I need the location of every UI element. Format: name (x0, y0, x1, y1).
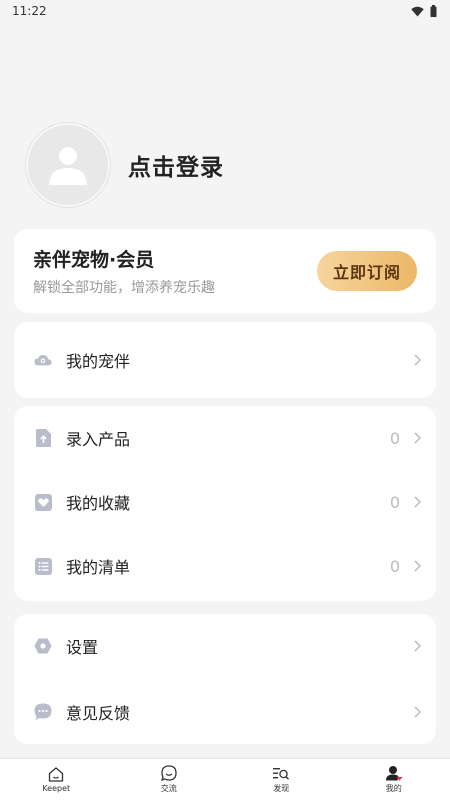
chevron-right-icon (412, 639, 422, 653)
status-time: 11:22 (12, 4, 47, 18)
pet-cloud-icon (34, 351, 52, 369)
person-icon (49, 147, 87, 185)
tab-mine[interactable]: 我的 (338, 759, 450, 800)
tab-label: Keepet (42, 783, 71, 793)
vip-subtitle: 解锁全部功能，增添养宠乐趣 (33, 280, 215, 296)
tab-label: 我的 (385, 784, 402, 793)
profile-header[interactable]: 点击登录 (26, 122, 426, 208)
list-icon (34, 557, 52, 575)
collection-card: 录入产品 0 我的收藏 0 我的清单 0 (14, 406, 436, 601)
battery-icon (430, 5, 437, 17)
settings-card: 设置 意见反馈 (14, 614, 436, 744)
menu-item-label: 录入产品 (66, 430, 131, 449)
tab-label: 发现 (273, 783, 290, 793)
menu-item-label: 我的清单 (66, 558, 131, 577)
login-prompt[interactable]: 点击登录 (128, 148, 224, 182)
wifi-icon (411, 6, 424, 16)
tab-discover[interactable]: 发现 (225, 759, 338, 800)
tab-label: 交流 (160, 784, 177, 793)
menu-item-count: 0 (389, 556, 400, 576)
menu-item-label: 意见反馈 (66, 704, 131, 723)
settings-hexagon-icon (34, 637, 52, 655)
menu-item-count: 0 (389, 492, 400, 512)
chat-bubble-icon (34, 703, 52, 721)
chat-icon (160, 765, 177, 781)
vip-membership-card[interactable]: 亲伴宠物·会员 解锁全部功能，增添养宠乐趣 立即订阅 (14, 229, 436, 313)
menu-item-settings[interactable]: 设置 (14, 614, 436, 678)
bottom-tab-bar: Keepet 交流 发现 我的 (0, 758, 450, 800)
vip-title: 亲伴宠物·会员 (33, 249, 155, 271)
heart-icon (34, 493, 52, 511)
menu-item-favorites[interactable]: 我的收藏 0 (14, 470, 436, 534)
tab-community[interactable]: 交流 (113, 759, 226, 800)
avatar[interactable] (26, 123, 110, 207)
chevron-right-icon (412, 705, 422, 719)
tab-keepet[interactable]: Keepet (0, 759, 113, 800)
menu-item-label: 我的宠伴 (66, 352, 131, 371)
discover-search-icon (273, 767, 290, 780)
menu-item-my-pets[interactable]: 我的宠伴 (14, 328, 436, 392)
upload-file-icon (34, 429, 52, 447)
chevron-right-icon (412, 431, 422, 445)
menu-item-add-product[interactable]: 录入产品 0 (14, 406, 436, 470)
profile-icon (385, 766, 403, 781)
menu-item-feedback[interactable]: 意见反馈 (14, 680, 436, 744)
menu-item-label: 我的收藏 (66, 494, 131, 513)
subscribe-button[interactable]: 立即订阅 (317, 251, 417, 291)
status-bar: 11:22 (0, 0, 450, 22)
menu-item-count: 0 (389, 428, 400, 448)
menu-item-label: 设置 (66, 638, 99, 657)
chevron-right-icon (412, 559, 422, 573)
chevron-right-icon (412, 353, 422, 367)
chevron-right-icon (412, 495, 422, 509)
menu-item-my-list[interactable]: 我的清单 0 (14, 534, 436, 598)
pets-card: 我的宠伴 (14, 322, 436, 398)
status-icons (411, 5, 437, 17)
home-icon (49, 766, 64, 782)
